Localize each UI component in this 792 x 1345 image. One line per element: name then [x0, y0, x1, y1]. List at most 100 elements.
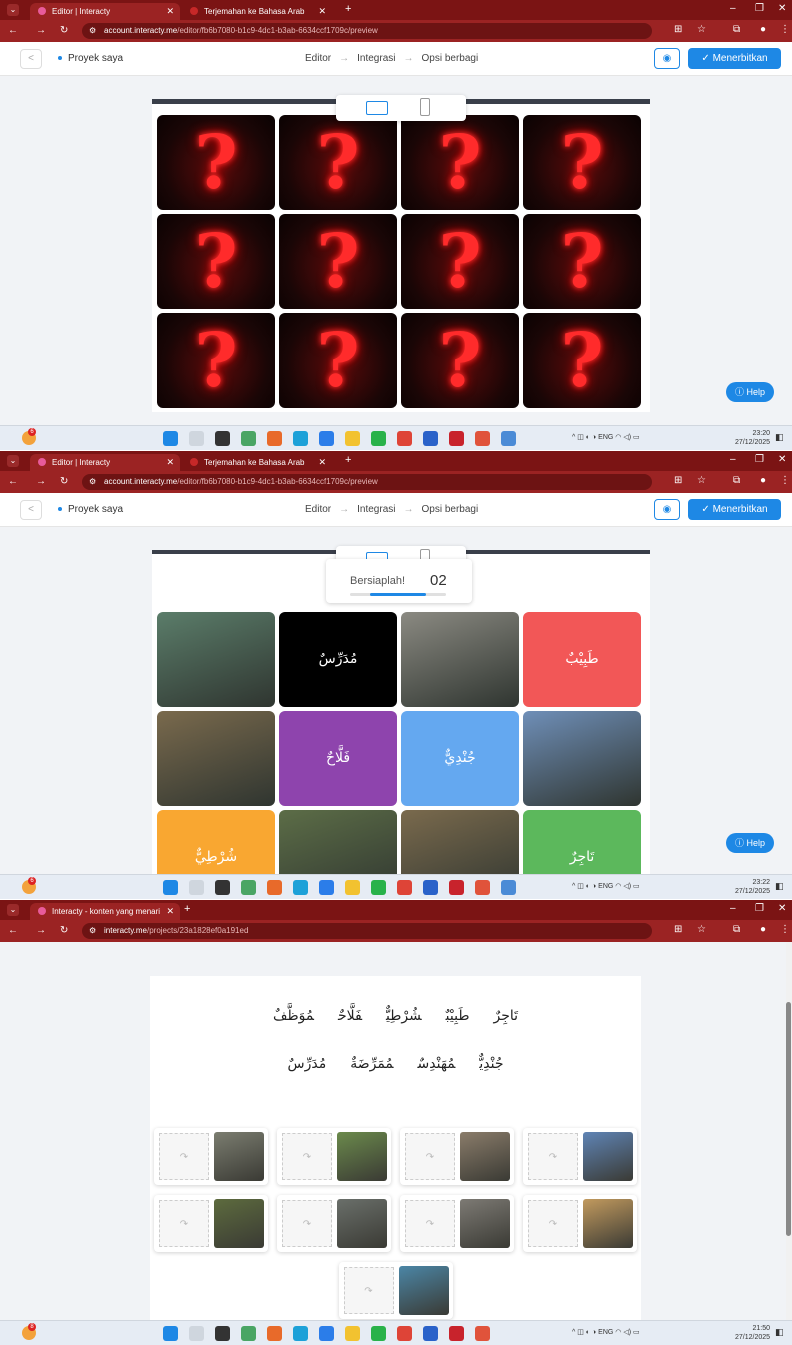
notepad-icon[interactable] [501, 431, 516, 446]
extensions-icon[interactable]: ⧉ [733, 924, 740, 935]
drop-slot[interactable]: ↷ [528, 1200, 578, 1247]
arabic-word[interactable]: فَلَّاحٌ [338, 1008, 362, 1024]
reload-icon[interactable]: ↻ [60, 25, 68, 36]
tab-search-icon[interactable]: ⌄ [7, 455, 19, 467]
app-icon[interactable] [319, 431, 334, 446]
maximize-icon[interactable]: ❐ [755, 3, 764, 14]
hidden-card[interactable]: ? [401, 313, 519, 408]
search-icon[interactable] [189, 880, 204, 895]
whatsapp-icon[interactable] [371, 880, 386, 895]
start-icon[interactable] [163, 1326, 178, 1341]
hidden-card[interactable]: ? [279, 214, 397, 309]
minimize-icon[interactable]: – [730, 903, 736, 914]
language-indicator[interactable]: ENG [598, 1329, 613, 1336]
wifi-volume-battery-icon[interactable]: ◠ ◁) ▭ [615, 883, 639, 890]
word-card[interactable]: مُدَرِّسٌ [279, 612, 397, 707]
photo-card[interactable] [157, 711, 275, 806]
tab-interacty[interactable]: Interacty - konten yang menari ✕ [30, 903, 180, 920]
extensions-icon[interactable]: ⧉ [733, 475, 740, 486]
app-icon[interactable] [319, 1326, 334, 1341]
publish-button[interactable]: ✓ Menerbitkan [688, 48, 781, 69]
clock[interactable]: 23:20 27/12/2025 [735, 429, 770, 447]
close-tab-icon[interactable]: ✕ [166, 457, 174, 468]
help-button[interactable]: ⓘ Help [726, 833, 774, 853]
word-card[interactable]: طَبِيْبٌ [523, 612, 641, 707]
app-icon[interactable] [241, 1326, 256, 1341]
minimize-icon[interactable]: – [730, 454, 736, 465]
forward-icon[interactable]: → [36, 925, 46, 936]
step-share-options[interactable]: Opsi berbagi [421, 504, 478, 515]
desktop-view-icon[interactable] [366, 101, 388, 115]
preview-eye-button[interactable]: ◉ [654, 48, 680, 69]
drop-slot[interactable]: ↷ [405, 1133, 455, 1180]
close-tab-icon[interactable]: ✕ [166, 906, 174, 917]
hidden-card[interactable]: ? [279, 115, 397, 210]
chrome-icon[interactable] [397, 431, 412, 446]
bookmark-star-icon[interactable]: ☆ [697, 24, 706, 35]
back-icon[interactable]: ← [8, 25, 18, 36]
word-card[interactable]: جُنْدِيٌّ [401, 711, 519, 806]
tab-editor[interactable]: Editor | Interacty ✕ [30, 3, 180, 20]
menu-kebab-icon[interactable]: ⋮ [780, 924, 790, 935]
menu-kebab-icon[interactable]: ⋮ [780, 475, 790, 486]
whatsapp-icon[interactable] [371, 431, 386, 446]
app-icon[interactable] [423, 1326, 438, 1341]
wifi-volume-battery-icon[interactable]: ◠ ◁) ▭ [615, 1329, 639, 1336]
my-projects-link[interactable]: Proyek saya [58, 504, 123, 515]
drop-slot[interactable]: ↷ [343, 1267, 394, 1314]
hidden-card[interactable]: ? [157, 115, 275, 210]
search-icon[interactable] [189, 431, 204, 446]
translate-icon[interactable]: ⊞ [674, 24, 682, 35]
maximize-icon[interactable]: ❐ [755, 454, 764, 465]
help-button[interactable]: ⓘ Help [726, 382, 774, 402]
arabic-word[interactable]: مُمَرِّضَةٌ [350, 1056, 393, 1072]
app-icon[interactable] [241, 431, 256, 446]
hidden-card[interactable]: ? [157, 214, 275, 309]
start-icon[interactable] [163, 431, 178, 446]
drop-slot[interactable]: ↷ [159, 1200, 209, 1247]
profile-avatar-icon[interactable]: ● [760, 475, 766, 486]
app-icon[interactable] [267, 431, 282, 446]
window-close-icon[interactable]: ✕ [778, 3, 786, 14]
drop-slot[interactable]: ↷ [282, 1200, 332, 1247]
tab-search-icon[interactable]: ⌄ [7, 4, 19, 16]
chrome-icon[interactable] [475, 1326, 490, 1341]
reload-icon[interactable]: ↻ [60, 925, 68, 936]
profile-avatar-icon[interactable]: ● [760, 924, 766, 935]
app-icon[interactable] [423, 431, 438, 446]
back-button[interactable]: < [20, 49, 42, 69]
step-editor[interactable]: Editor [305, 53, 331, 64]
forward-icon[interactable]: → [36, 25, 46, 36]
app-icon[interactable] [319, 880, 334, 895]
back-button[interactable]: < [20, 500, 42, 520]
back-icon[interactable]: ← [8, 476, 18, 487]
chrome-icon[interactable] [397, 1326, 412, 1341]
preview-eye-button[interactable]: ◉ [654, 499, 680, 520]
close-tab-icon[interactable]: ✕ [318, 457, 326, 468]
hidden-card[interactable]: ? [401, 115, 519, 210]
site-settings-icon[interactable]: ⚙ [89, 474, 96, 490]
tab-search-icon[interactable]: ⌄ [7, 904, 19, 916]
notification-center-icon[interactable]: ◧ [775, 881, 784, 892]
url-field[interactable]: ⚙ interacty.me/projects/23a1828ef0a191ed [82, 923, 652, 939]
photo-card[interactable] [401, 612, 519, 707]
task-view-icon[interactable] [215, 880, 230, 895]
chrome-icon[interactable] [475, 880, 490, 895]
close-tab-icon[interactable]: ✕ [318, 6, 326, 17]
arabic-word[interactable]: طَبِيْبٌ [446, 1008, 470, 1024]
arabic-word[interactable]: مُدَرِّسٌ [288, 1056, 327, 1072]
mobile-view-icon[interactable] [420, 98, 430, 116]
arabic-word[interactable]: مُوَظَّفٌ [273, 1008, 314, 1024]
notepad-icon[interactable] [501, 880, 516, 895]
app-icon[interactable] [449, 431, 464, 446]
minimize-icon[interactable]: – [730, 3, 736, 14]
back-icon[interactable]: ← [8, 925, 18, 936]
window-close-icon[interactable]: ✕ [778, 903, 786, 914]
url-field[interactable]: ⚙ account.interacty.me/editor/fb6b7080-b… [82, 23, 652, 39]
hidden-card[interactable]: ? [279, 313, 397, 408]
edge-icon[interactable] [293, 1326, 308, 1341]
task-view-icon[interactable] [215, 431, 230, 446]
drop-slot[interactable]: ↷ [405, 1200, 455, 1247]
new-tab-button[interactable]: + [184, 903, 190, 915]
bookmark-star-icon[interactable]: ☆ [697, 475, 706, 486]
